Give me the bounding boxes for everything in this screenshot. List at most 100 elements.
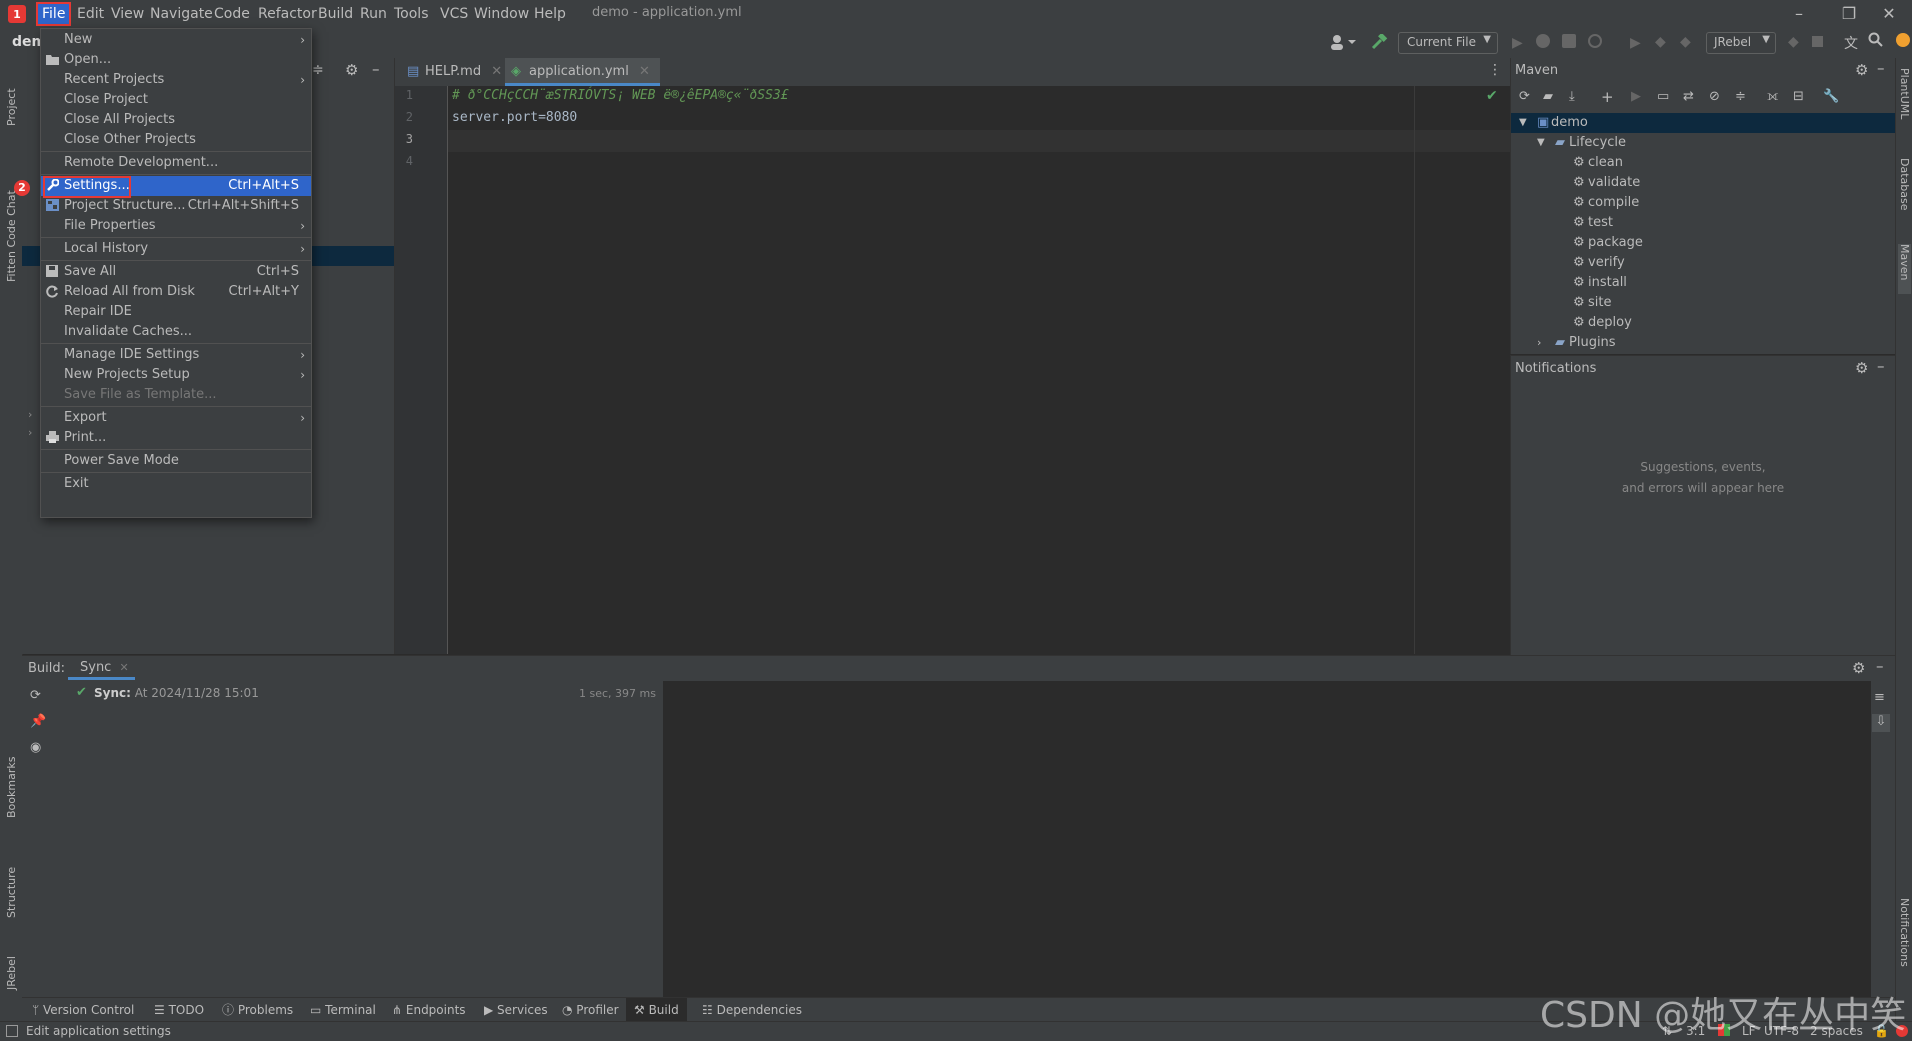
attach-jrebel-icon[interactable]: ◆ [1680, 34, 1691, 50]
plantuml-tool-tab[interactable]: PlantUML [1898, 68, 1911, 128]
menu-item-local-history[interactable]: Local History › [41, 239, 311, 259]
chevron-right-icon[interactable]: › [28, 408, 32, 421]
tool-terminal[interactable]: ▭ Terminal [310, 998, 376, 1022]
close-tab-icon[interactable]: ✕ [119, 661, 128, 674]
download-icon[interactable]: ⤓ [1569, 89, 1575, 104]
jrebel-dropdown[interactable]: JRebel ▼ [1706, 32, 1776, 54]
menu-help[interactable]: Help [530, 4, 570, 24]
tool-services[interactable]: ▶ Services [484, 998, 548, 1022]
gear-icon[interactable]: ⚙ [1852, 659, 1865, 677]
debug-jrebel-icon[interactable]: ◆ [1655, 34, 1666, 50]
soft-wrap-icon[interactable]: ≡ [1874, 690, 1885, 705]
tool-endpoints[interactable]: ⋔ Endpoints [392, 998, 466, 1022]
toggle-offline-icon[interactable]: ⇄ [1683, 89, 1694, 104]
gear-icon[interactable]: ⚙ [1855, 359, 1868, 377]
gear-icon[interactable]: ⚙ [1855, 61, 1868, 79]
update-icon[interactable]: ◆ [1788, 34, 1799, 50]
menu-item-manage-ide-settings[interactable]: Manage IDE Settings › [41, 345, 311, 365]
eye-icon[interactable]: ◉ [30, 740, 41, 755]
menu-item-remote-development[interactable]: Remote Development... [41, 153, 311, 173]
collapse-all-icon[interactable]: ⊟ [1793, 89, 1804, 104]
profile-icon[interactable] [1588, 34, 1602, 48]
collapse-icon[interactable]: ≑ [1735, 89, 1746, 104]
debug-icon[interactable] [1536, 34, 1550, 48]
menu-item-close-project[interactable]: Close Project [41, 90, 311, 110]
rerun-icon[interactable]: ⟳ [30, 688, 41, 703]
menu-item-exit[interactable]: Exit [41, 474, 311, 494]
sync-row[interactable]: Sync: At 2024/11/28 15:01 [94, 686, 259, 700]
menu-vcs[interactable]: VCS [436, 4, 472, 24]
translate-icon[interactable]: 文 [1844, 33, 1858, 53]
tool-todo[interactable]: ☰ TODO [154, 998, 204, 1022]
wrench-icon[interactable]: 🔧 [1823, 89, 1839, 104]
maven-root-row[interactable]: ▼ ▣ demo [1511, 113, 1895, 133]
tool-version-control[interactable]: ᛘ Version Control [32, 998, 134, 1022]
skip-tests-icon[interactable]: ⊘ [1709, 89, 1720, 104]
close-tab-icon[interactable]: ✕ [491, 64, 502, 79]
search-icon[interactable] [1868, 32, 1884, 48]
scroll-to-end-icon[interactable]: ⇩ [1872, 714, 1890, 732]
tool-profiler[interactable]: ◔ Profiler [562, 998, 619, 1022]
add-icon[interactable]: + [1601, 88, 1614, 106]
show-dependencies-icon[interactable]: ⟗ [1767, 89, 1778, 104]
project-tool-tab[interactable]: Project [5, 66, 18, 126]
menu-item-recent-projects[interactable]: Recent Projects › [41, 70, 311, 90]
maven-tool-tab[interactable]: Maven [1898, 244, 1911, 294]
menu-item-reload-all[interactable]: Reload All from Disk Ctrl+Alt+Y [41, 282, 311, 302]
no-problems-check-icon[interactable]: ✔ [1486, 88, 1498, 104]
menu-refactor[interactable]: Refactor [254, 4, 321, 24]
jrebel-tool-tab[interactable]: JRebel [5, 934, 18, 990]
menu-item-close-all-projects[interactable]: Close All Projects [41, 110, 311, 130]
user-icon[interactable] [1330, 34, 1356, 50]
structure-tool-tab[interactable]: Structure [5, 848, 18, 918]
hide-panel-icon[interactable]: – [372, 60, 380, 78]
menu-run[interactable]: Run [356, 4, 391, 24]
stop-icon[interactable] [1812, 36, 1823, 47]
close-window-button[interactable]: ✕ [1866, 0, 1912, 28]
hide-panel-icon[interactable]: – [1876, 657, 1884, 675]
menu-item-file-properties[interactable]: File Properties › [41, 216, 311, 236]
menu-item-new[interactable]: New › [41, 30, 311, 50]
menu-file[interactable]: File [35, 2, 72, 26]
folder-icon[interactable]: ▰ [1543, 89, 1553, 104]
notifications-tool-tab[interactable]: Notifications [1898, 898, 1911, 988]
execute-goal-icon[interactable]: ▭ [1657, 89, 1669, 104]
collapse-all-icon[interactable]: ≑ [312, 62, 324, 78]
tab-application-yml[interactable]: ◈ application.yml ✕ [505, 58, 660, 86]
menu-item-project-structure[interactable]: Project Structure... Ctrl+Alt+Shift+S [41, 196, 311, 216]
menu-view[interactable]: View [107, 4, 148, 24]
menu-build[interactable]: Build [314, 4, 357, 24]
menu-item-power-save-mode[interactable]: Power Save Mode [41, 451, 311, 471]
close-tab-icon[interactable]: ✕ [639, 64, 650, 79]
tool-dependencies[interactable]: ☷ Dependencies [702, 998, 802, 1022]
menu-item-print[interactable]: Print... [41, 428, 311, 448]
tool-build[interactable]: ⚒ Build [626, 998, 687, 1022]
tool-problems[interactable]: ⓘ Problems [222, 998, 293, 1022]
bookmarks-tool-tab[interactable]: Bookmarks [5, 748, 18, 818]
fitten-chat-tool-tab[interactable]: Fitten Code Chat [5, 142, 18, 282]
menu-item-save-all[interactable]: Save All Ctrl+S [41, 262, 311, 282]
menu-item-settings[interactable]: Settings... Ctrl+Alt+S [41, 176, 311, 198]
hide-panel-icon[interactable]: – [1877, 59, 1885, 77]
reload-icon[interactable]: ⟳ [1519, 89, 1530, 104]
coverage-icon[interactable] [1562, 34, 1576, 48]
gear-icon[interactable]: ⚙ [345, 61, 358, 79]
run-icon[interactable]: ▶ [1631, 89, 1641, 104]
ide-update-icon[interactable] [1896, 33, 1910, 47]
menu-edit[interactable]: Edit [73, 4, 108, 24]
run-config-dropdown[interactable]: Current File ▼ [1398, 32, 1498, 54]
menu-navigate[interactable]: Navigate [146, 4, 217, 24]
minimize-button[interactable]: – [1776, 0, 1822, 28]
build-console[interactable] [663, 681, 1871, 997]
run-icon[interactable]: ▶ [1512, 35, 1523, 51]
menu-tools[interactable]: Tools [390, 4, 433, 24]
hide-panel-icon[interactable]: – [1877, 357, 1885, 375]
code-editor[interactable]: # ð°CCHçCCH¨æSTRIÓVTS¡ WEB ë®¿êEPA®ç«¨ðS… [448, 86, 1510, 654]
database-tool-tab[interactable]: Database [1898, 158, 1911, 228]
tab-help-md[interactable]: ▤ HELP.md ✕ [401, 58, 512, 86]
toggle-tool-windows-icon[interactable] [6, 1025, 18, 1037]
menu-item-repair-ide[interactable]: Repair IDE [41, 302, 311, 322]
menu-item-invalidate-caches[interactable]: Invalidate Caches... [41, 322, 311, 342]
menu-window[interactable]: Window [470, 4, 533, 24]
menu-item-open[interactable]: Open... [41, 50, 311, 70]
